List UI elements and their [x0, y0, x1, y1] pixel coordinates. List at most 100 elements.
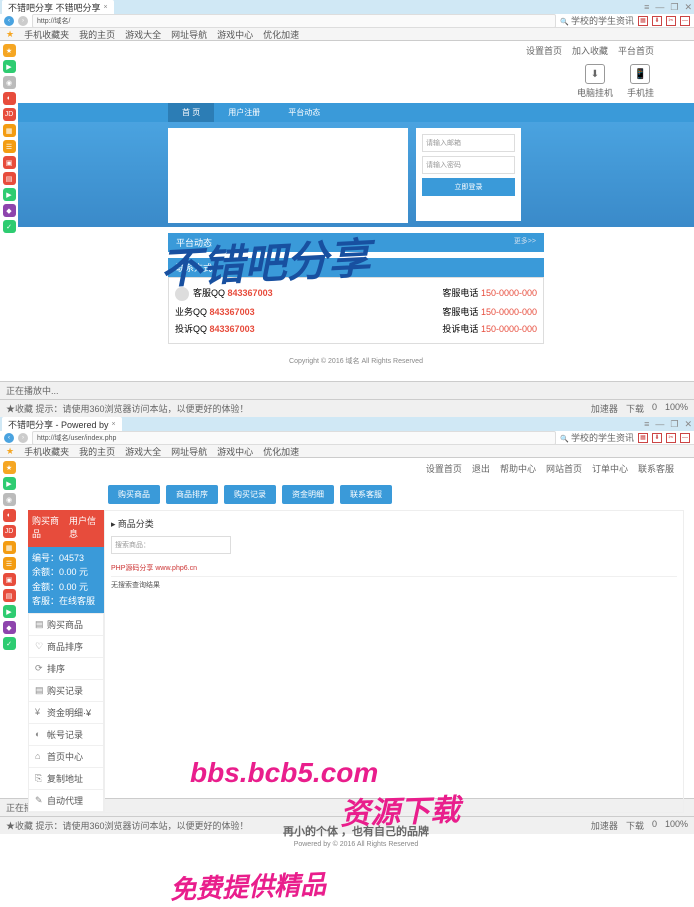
browser-tab[interactable]: 不错吧分享 不错吧分享 × [2, 0, 114, 15]
support-button[interactable]: 联系客服 [340, 485, 392, 504]
sidebar-icon[interactable]: ★ [3, 44, 16, 57]
bookmark-item[interactable]: 我的主页 [79, 28, 115, 41]
bookmark-item[interactable]: 手机收藏夹 [24, 445, 69, 458]
mobile-app-icon[interactable]: 📱 手机挂 [627, 64, 654, 99]
sidebar-icon[interactable]: ▶ [3, 188, 16, 201]
password-field[interactable]: 请输入密码 [422, 156, 515, 174]
bookmark-item[interactable]: 游戏大全 [125, 28, 161, 41]
menu-item[interactable]: ▤购买记录 [29, 680, 103, 702]
sidebar-icon[interactable]: ✓ [3, 637, 16, 650]
top-link[interactable]: 平台首页 [618, 44, 654, 57]
sidebar-icon[interactable]: ★ [3, 461, 16, 474]
sidebar-icon[interactable]: ☰ [3, 557, 16, 570]
browser-tab[interactable]: 不错吧分享 - Powered by × [2, 417, 122, 432]
bookmark-item[interactable]: 游戏大全 [125, 445, 161, 458]
close-icon[interactable]: × [104, 4, 108, 11]
maximize-icon[interactable]: ❐ [670, 419, 678, 430]
side-tab[interactable]: 用户信息 [69, 514, 100, 540]
minimize-icon[interactable]: — [655, 2, 664, 13]
tool-icon[interactable]: — [680, 16, 690, 26]
top-link[interactable]: 设置首页 [526, 44, 562, 57]
funds-button[interactable]: 资金明细 [282, 485, 334, 504]
sidebar-icon[interactable]: ▶ [3, 605, 16, 618]
url-input[interactable]: http://域名/user/index.php [32, 431, 556, 445]
bookmark-item[interactable]: 网址导航 [171, 445, 207, 458]
sidebar-icon[interactable]: ✓ [3, 220, 16, 233]
forward-icon[interactable]: › [18, 16, 28, 26]
star-icon[interactable]: ★ [6, 446, 14, 457]
bookmark-item[interactable]: 我的主页 [79, 445, 115, 458]
more-link[interactable]: 更多>> [514, 236, 536, 249]
menu-item[interactable]: ◐帐号记录 [29, 724, 103, 746]
top-link[interactable]: 加入收藏 [572, 44, 608, 57]
close-icon[interactable]: ✕ [684, 2, 692, 13]
sidebar-icon[interactable]: ▣ [3, 573, 16, 586]
nav-tab-register[interactable]: 用户注册 [214, 103, 274, 122]
back-icon[interactable]: ‹ [4, 16, 14, 26]
nav-link[interactable]: 退出 [472, 462, 490, 475]
sidebar-icon[interactable]: ☰ [3, 140, 16, 153]
login-button[interactable]: 立即登录 [422, 178, 515, 196]
sidebar-icon[interactable]: ▦ [3, 124, 16, 137]
bookmark-item[interactable]: 游戏中心 [217, 445, 253, 458]
search-input[interactable]: 搜索商品： [111, 536, 231, 554]
menu-item[interactable]: ⟳排序 [29, 658, 103, 680]
close-icon[interactable]: ✕ [684, 419, 692, 430]
menu-item[interactable]: ✎自动代理 [29, 790, 103, 812]
minimize-icon[interactable]: — [655, 419, 664, 430]
menu-item[interactable]: ▤购买商品 [29, 614, 103, 636]
sidebar-icon[interactable]: ▣ [3, 156, 16, 169]
sidebar-icon[interactable]: ▦ [3, 541, 16, 554]
menu-icon[interactable]: ≡ [644, 419, 649, 430]
bookmark-item[interactable]: 游戏中心 [217, 28, 253, 41]
desktop-app-icon[interactable]: ⬇ 电脑挂机 [577, 64, 613, 99]
sidebar-icon[interactable]: ◉ [3, 493, 16, 506]
sidebar-icon[interactable]: ▶ [3, 60, 16, 73]
menu-item[interactable]: ⎘复制地址 [29, 768, 103, 790]
back-icon[interactable]: ‹ [4, 433, 14, 443]
nav-link[interactable]: 设置首页 [426, 462, 462, 475]
nav-tab-news[interactable]: 平台动态 [274, 103, 334, 122]
menu-item[interactable]: ⌂首页中心 [29, 746, 103, 768]
menu-item[interactable]: ♡商品排序 [29, 636, 103, 658]
sidebar-icon[interactable]: ▤ [3, 589, 16, 602]
status-item[interactable]: 加速器 [591, 402, 618, 415]
email-field[interactable]: 请输入邮箱 [422, 134, 515, 152]
star-icon[interactable]: ★ [6, 29, 14, 40]
nav-link[interactable]: 网站首页 [546, 462, 582, 475]
sort-button[interactable]: 商品排序 [166, 485, 218, 504]
sidebar-icon[interactable]: JD [3, 525, 16, 538]
tool-icon[interactable]: ▦ [638, 433, 648, 443]
sidebar-icon[interactable]: ◆ [3, 204, 16, 217]
nav-link[interactable]: 帮助中心 [500, 462, 536, 475]
forward-icon[interactable]: › [18, 433, 28, 443]
history-button[interactable]: 购买记录 [224, 485, 276, 504]
result-row[interactable]: PHP源码分享 www.php6.cn [111, 560, 677, 577]
nav-link[interactable]: 联系客服 [638, 462, 674, 475]
sidebar-icon[interactable]: ◉ [3, 76, 16, 89]
status-item[interactable]: 下载 [626, 402, 644, 415]
nav-tab-home[interactable]: 首 页 [168, 103, 214, 122]
maximize-icon[interactable]: ❐ [670, 2, 678, 13]
nav-link[interactable]: 订单中心 [592, 462, 628, 475]
bookmark-item[interactable]: 优化加速 [263, 445, 299, 458]
close-icon[interactable]: × [112, 421, 116, 428]
side-tab[interactable]: 购买商品 [32, 514, 63, 540]
menu-icon[interactable]: ≡ [644, 2, 649, 13]
sidebar-icon[interactable]: ◐ [3, 92, 16, 105]
tool-icon[interactable]: ▦ [638, 16, 648, 26]
tool-icon[interactable]: ⬇ [652, 433, 662, 443]
sidebar-icon[interactable]: ▶ [3, 477, 16, 490]
bookmark-item[interactable]: 手机收藏夹 [24, 28, 69, 41]
buy-button[interactable]: 购买商品 [108, 485, 160, 504]
bookmark-item[interactable]: 网址导航 [171, 28, 207, 41]
menu-item[interactable]: ¥资金明细·¥ [29, 702, 103, 724]
user-support[interactable]: 客服：在线客服 [32, 594, 100, 608]
tool-icon[interactable]: ✂ [666, 16, 676, 26]
sidebar-icon[interactable]: ◆ [3, 621, 16, 634]
url-input[interactable]: http://域名/ [32, 14, 556, 28]
sidebar-icon[interactable]: ▤ [3, 172, 16, 185]
sidebar-icon[interactable]: ◐ [3, 509, 16, 522]
tool-icon[interactable]: — [680, 433, 690, 443]
bookmark-item[interactable]: 优化加速 [263, 28, 299, 41]
